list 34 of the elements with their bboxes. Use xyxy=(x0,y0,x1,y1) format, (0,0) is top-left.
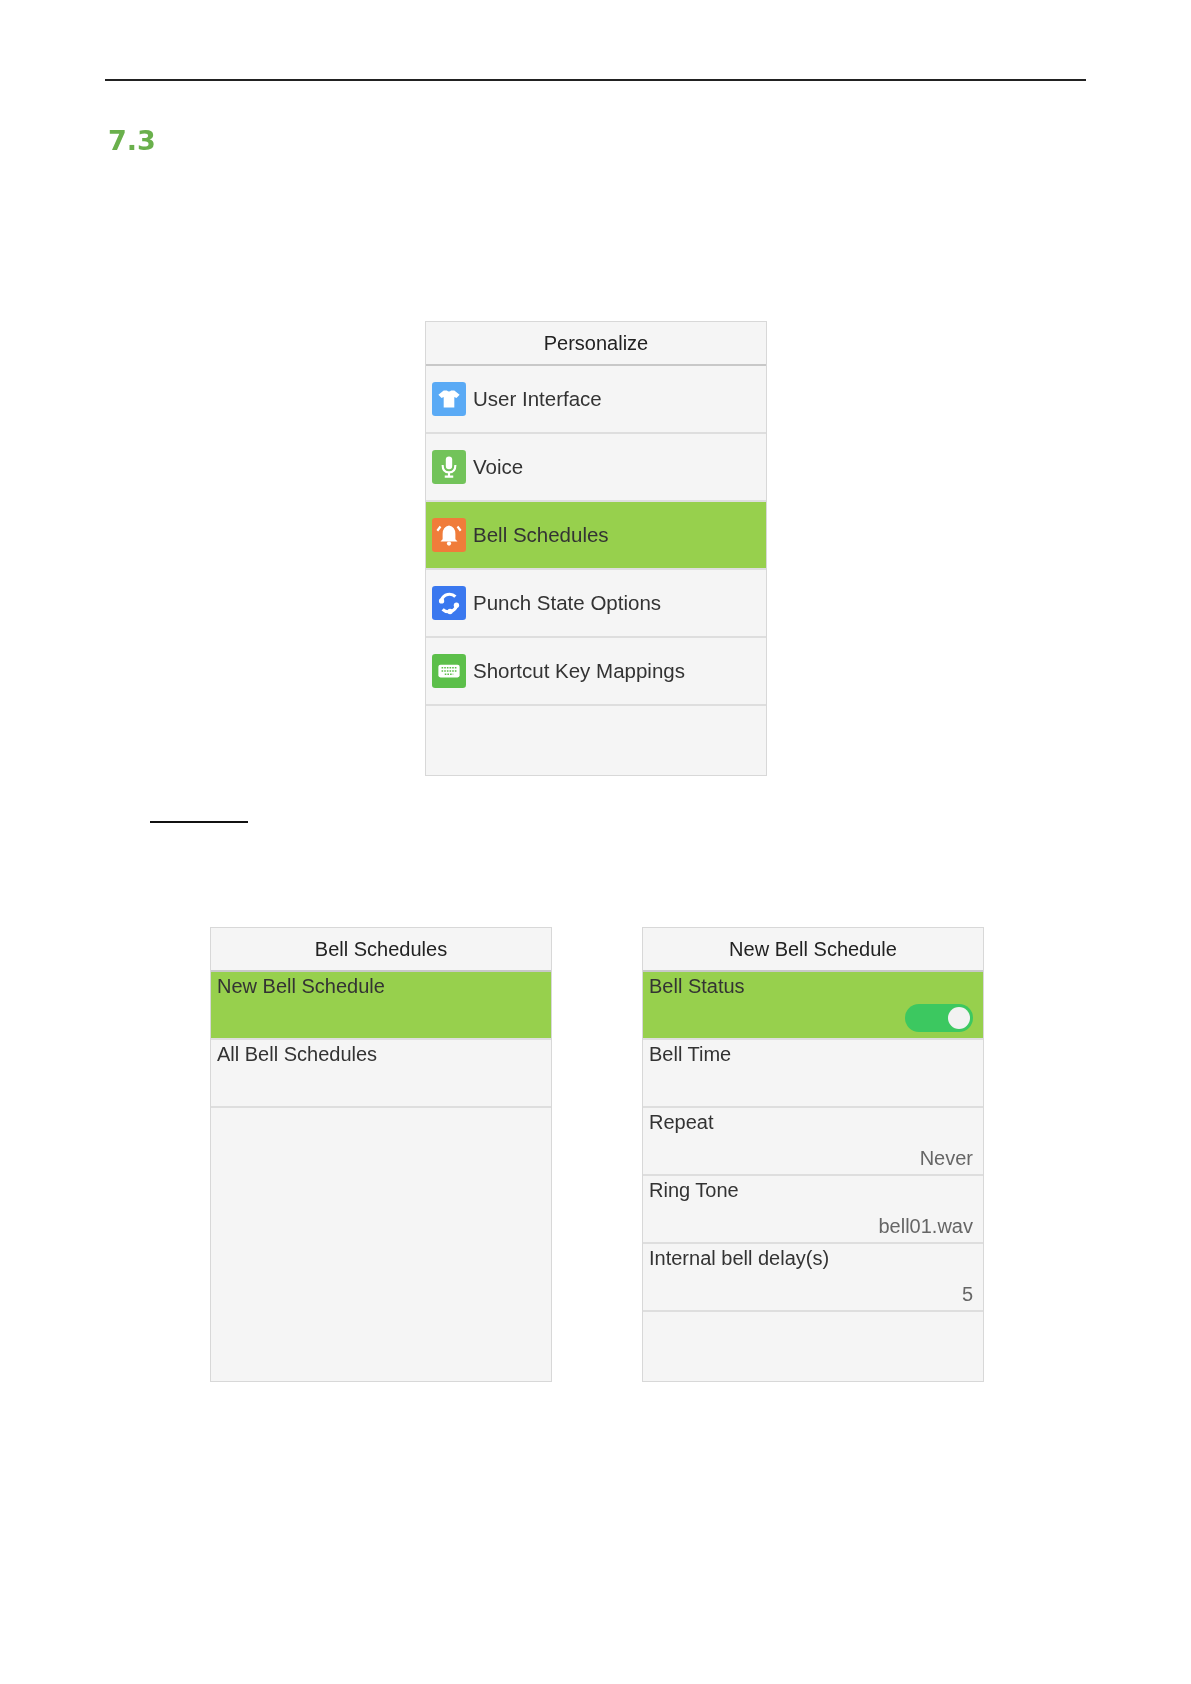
setting-label: Repeat xyxy=(649,1111,714,1134)
menu-item[interactable]: Shortcut Key Mappings xyxy=(426,638,766,706)
setting-value: Never xyxy=(919,1147,973,1170)
setting-row[interactable]: Internal bell delay(s) 5 xyxy=(643,1244,983,1312)
setting-row[interactable]: Bell Status xyxy=(643,972,983,1040)
menu-item[interactable]: User Interface xyxy=(426,366,766,434)
menu-item-label: All Bell Schedules xyxy=(217,1043,378,1066)
microphone-icon xyxy=(432,450,466,484)
screen-title: Personalize xyxy=(426,322,766,366)
setting-value: 5 xyxy=(961,1283,973,1306)
bell-icon xyxy=(432,518,466,552)
setting-label: Bell Time xyxy=(649,1043,732,1066)
setting-row[interactable]: Repeat Never xyxy=(643,1108,983,1176)
menu-item-label: Bell Schedules xyxy=(473,523,609,547)
setting-row[interactable]: Bell Time xyxy=(643,1040,983,1108)
sync-icon xyxy=(432,586,466,620)
menu-item[interactable]: New Bell Schedule xyxy=(211,972,551,1040)
menu-item-label: Voice xyxy=(473,455,524,479)
section-number: 7.3 xyxy=(108,125,156,157)
menu-item-label: Punch State Options xyxy=(473,591,662,615)
setting-label: Internal bell delay(s) xyxy=(649,1247,830,1270)
menu-item-label: User Interface xyxy=(473,387,602,411)
setting-label: Bell Status xyxy=(649,975,745,998)
setting-value: bell01.wav xyxy=(878,1215,973,1238)
menu-item[interactable]: Punch State Options xyxy=(426,570,766,638)
setting-label: Ring Tone xyxy=(649,1179,739,1202)
toggle-switch[interactable] xyxy=(905,1004,973,1032)
setting-row[interactable]: Ring Tone bell01.wav xyxy=(643,1176,983,1244)
menu-item[interactable]: All Bell Schedules xyxy=(211,1040,551,1108)
menu-item[interactable]: Bell Schedules xyxy=(426,502,766,570)
menu-item-label: New Bell Schedule xyxy=(217,975,385,998)
keyboard-icon xyxy=(432,654,466,688)
menu-item-label: Shortcut Key Mappings xyxy=(473,659,685,683)
shirt-icon xyxy=(432,382,466,416)
